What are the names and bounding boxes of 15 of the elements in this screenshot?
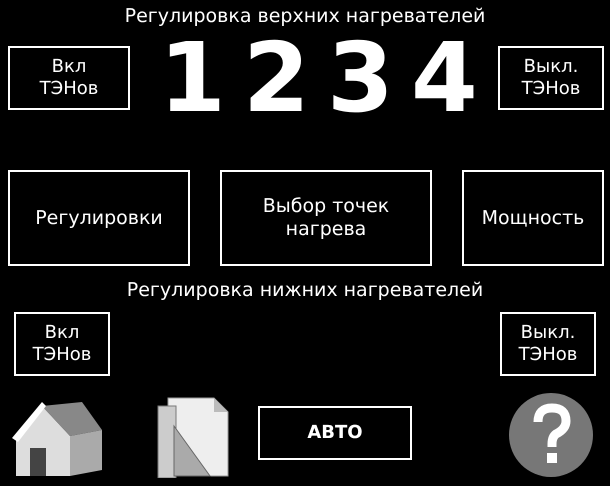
menu-button[interactable]: Мощность (462, 170, 604, 266)
heater-number[interactable]: 2 (243, 28, 305, 128)
heaters-off-button[interactable]: Выкл. ТЭНов (500, 312, 596, 376)
heater-number[interactable]: 4 (411, 28, 473, 128)
heaters-on-button[interactable]: Вкл ТЭНов (14, 312, 110, 376)
heaters-off-button[interactable]: Выкл. ТЭНов (498, 46, 604, 110)
auto-button[interactable]: АВТО (258, 406, 412, 460)
heaters-on-button[interactable]: Вкл ТЭНов (8, 46, 130, 110)
section-title: Регулировка нижних нагревателей (126, 278, 484, 302)
menu-button[interactable]: Выбор точек нагрева (220, 170, 432, 266)
section-title: Регулировка верхних нагревателей (124, 4, 486, 28)
help-icon[interactable] (506, 392, 596, 478)
heater-number[interactable]: 1 (159, 28, 221, 128)
heater-number[interactable]: 3 (327, 28, 389, 128)
menu-button[interactable]: Регулировки (8, 170, 190, 266)
